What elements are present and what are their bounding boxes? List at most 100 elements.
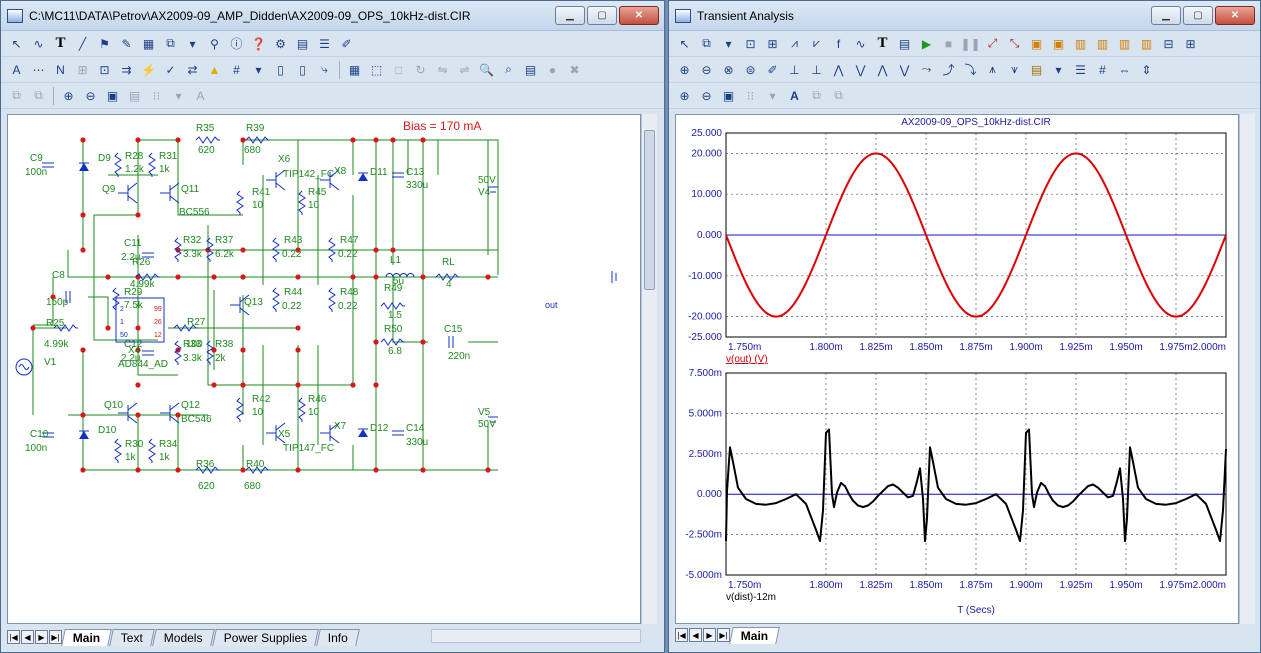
zoom-area-icon[interactable]: ⊗ bbox=[719, 60, 738, 79]
cursor-mode-icon[interactable]: ⤢ bbox=[983, 34, 1002, 53]
edit-icon[interactable]: ✐ bbox=[763, 60, 782, 79]
tools-icon[interactable]: ▦ bbox=[345, 60, 364, 79]
select-arrow-icon[interactable]: ↖ bbox=[675, 34, 694, 53]
maximize-button[interactable]: ▢ bbox=[1183, 6, 1213, 25]
cursor-high-icon[interactable]: ⋀ bbox=[873, 60, 892, 79]
valley-icon[interactable]: ⩗ bbox=[807, 34, 826, 53]
warning-icon[interactable]: ▲ bbox=[205, 60, 224, 79]
schematic-vertical-scrollbar[interactable] bbox=[641, 114, 657, 624]
select-arrow-icon[interactable]: ↖ bbox=[7, 34, 26, 53]
tab-main[interactable]: Main bbox=[729, 626, 781, 644]
box-icon[interactable]: ▣ bbox=[1027, 34, 1046, 53]
properties-icon[interactable]: ▤ bbox=[895, 34, 914, 53]
plot-vertical-scrollbar[interactable] bbox=[1239, 114, 1255, 624]
cursor-mode-2-icon[interactable]: ⤡ bbox=[1005, 34, 1024, 53]
box-2-icon[interactable]: ▣ bbox=[1049, 34, 1068, 53]
cursor-inflect-icon[interactable]: ⤳ bbox=[917, 60, 936, 79]
fit-y-icon[interactable]: ⇕ bbox=[1137, 60, 1156, 79]
clipboard-icon[interactable]: ▤ bbox=[1027, 60, 1046, 79]
dropdown-arrow-icon[interactable]: ▾ bbox=[763, 86, 782, 105]
notes-icon[interactable]: ▤ bbox=[521, 60, 540, 79]
next-page-button[interactable]: ▶ bbox=[35, 630, 48, 644]
ungroup-icon[interactable]: ⧉ bbox=[829, 86, 848, 105]
run-icon[interactable]: ▶ bbox=[917, 34, 936, 53]
plot-canvas[interactable]: 25.000 20.000 10.000 0.000 -10.000 -20.000 -25… bbox=[675, 114, 1239, 624]
binoculars-icon[interactable]: ⌕ bbox=[499, 60, 518, 79]
wire-icon[interactable]: ∿ bbox=[29, 34, 48, 53]
flag-icon[interactable]: ⚑ bbox=[95, 34, 114, 53]
formula-icon[interactable]: f bbox=[829, 34, 848, 53]
pencil-icon[interactable]: ✎ bbox=[117, 34, 136, 53]
grid-dots-icon[interactable]: ⁝⁝ bbox=[147, 86, 166, 105]
stop-icon[interactable]: ■ bbox=[939, 34, 958, 53]
tab-power-supplies[interactable]: Power Supplies bbox=[212, 628, 320, 646]
line-tool-icon[interactable]: ╱ bbox=[73, 34, 92, 53]
last-page-button[interactable]: ▶| bbox=[717, 628, 730, 642]
text-tool-icon[interactable]: T bbox=[51, 34, 70, 53]
zoom-fit-icon[interactable]: ▣ bbox=[719, 86, 738, 105]
wave-icon[interactable]: ∿ bbox=[851, 34, 870, 53]
cursor-valley-icon[interactable]: ⋁ bbox=[851, 60, 870, 79]
page-icon[interactable]: ▯ bbox=[271, 60, 290, 79]
first-page-button[interactable]: |◀ bbox=[7, 630, 20, 644]
fit-x-icon[interactable]: ⇔ bbox=[1115, 60, 1134, 79]
zoom-out-icon[interactable]: ⊖ bbox=[697, 86, 716, 105]
probe-icon[interactable]: ⚲ bbox=[205, 34, 224, 53]
list-icon[interactable]: ☰ bbox=[315, 34, 334, 53]
minimize-button[interactable]: ▁ bbox=[1151, 6, 1181, 25]
column-3-icon[interactable]: ▥ bbox=[1115, 34, 1134, 53]
current-icon[interactable]: ⇉ bbox=[117, 60, 136, 79]
page-2-icon[interactable]: ▯ bbox=[293, 60, 312, 79]
bounds-icon[interactable]: ⬚ bbox=[367, 60, 386, 79]
cursor-top-icon[interactable]: ⩚ bbox=[983, 60, 1002, 79]
condition-icon[interactable]: ⇄ bbox=[183, 60, 202, 79]
split-icon[interactable]: ⊟ bbox=[1159, 34, 1178, 53]
cursor-global-low-icon[interactable]: ⤵ bbox=[961, 60, 980, 79]
cancel-icon[interactable]: ✖ bbox=[565, 60, 584, 79]
zoom-out-icon[interactable]: ⊖ bbox=[697, 60, 716, 79]
test-icon[interactable]: ⚙ bbox=[271, 34, 290, 53]
column-4-icon[interactable]: ▥ bbox=[1137, 34, 1156, 53]
flip-icon[interactable]: ⇋ bbox=[433, 60, 452, 79]
stop-icon[interactable]: ● bbox=[543, 60, 562, 79]
component-icon[interactable]: ⧉ bbox=[697, 34, 716, 53]
voltage-icon[interactable]: ✓ bbox=[161, 60, 180, 79]
cursor-global-high-icon[interactable]: ⤴ bbox=[939, 60, 958, 79]
cursor-next-icon[interactable]: ⊥ bbox=[785, 60, 804, 79]
close-button[interactable]: ✕ bbox=[1215, 6, 1255, 25]
zoom-in-icon[interactable]: ⊕ bbox=[675, 60, 694, 79]
power-icon[interactable]: ⚡ bbox=[139, 60, 158, 79]
cursor-low-icon[interactable]: ⋁ bbox=[895, 60, 914, 79]
component-icon[interactable]: ⧉ bbox=[161, 34, 180, 53]
group-icon[interactable]: ⧉ bbox=[7, 86, 26, 105]
dropdown-arrow-icon[interactable]: ▾ bbox=[249, 60, 268, 79]
font-icon[interactable]: A bbox=[785, 86, 804, 105]
pause-icon[interactable]: ❚❚ bbox=[960, 34, 980, 53]
numbers-icon[interactable]: # bbox=[1093, 60, 1112, 79]
font-icon[interactable]: A bbox=[191, 86, 210, 105]
attribute-text-icon[interactable]: A bbox=[7, 60, 26, 79]
dropdown-arrow-icon[interactable]: ▾ bbox=[183, 34, 202, 53]
plot-icon[interactable]: ⊞ bbox=[763, 34, 782, 53]
rotate-icon[interactable]: ↻ bbox=[411, 60, 430, 79]
column-icon[interactable]: ▥ bbox=[1071, 34, 1090, 53]
clipboard-icon[interactable]: ▤ bbox=[125, 86, 144, 105]
edit-icon[interactable]: ✐ bbox=[337, 34, 356, 53]
text-tool-icon[interactable]: T bbox=[873, 34, 892, 53]
zoom-out-icon[interactable]: ⊖ bbox=[81, 86, 100, 105]
cursor-peak-icon[interactable]: ⋀ bbox=[829, 60, 848, 79]
tab-main[interactable]: Main bbox=[61, 628, 113, 646]
tab-text[interactable]: Text bbox=[109, 628, 156, 646]
help-icon[interactable]: ❓ bbox=[249, 34, 268, 53]
dropdown-arrow-icon[interactable]: ▾ bbox=[169, 86, 188, 105]
find-icon[interactable]: 🔍 bbox=[477, 60, 496, 79]
tab-info[interactable]: Info bbox=[316, 628, 361, 646]
column-2-icon[interactable]: ▥ bbox=[1093, 34, 1112, 53]
zoom-in-icon[interactable]: ⊕ bbox=[59, 86, 78, 105]
cursor-bottom-icon[interactable]: ⩛ bbox=[1005, 60, 1024, 79]
peak-icon[interactable]: ⩘ bbox=[785, 34, 804, 53]
minimize-button[interactable]: ▁ bbox=[555, 6, 585, 25]
grid-icon[interactable]: ⊞ bbox=[1181, 34, 1200, 53]
schematic-canvas[interactable]: R35 620 R39 680 C9 100n D9 R28 1.2k R31 1k Q9 Q11 BC5… bbox=[7, 114, 641, 624]
cursor-prev-icon[interactable]: ⊥ bbox=[807, 60, 826, 79]
